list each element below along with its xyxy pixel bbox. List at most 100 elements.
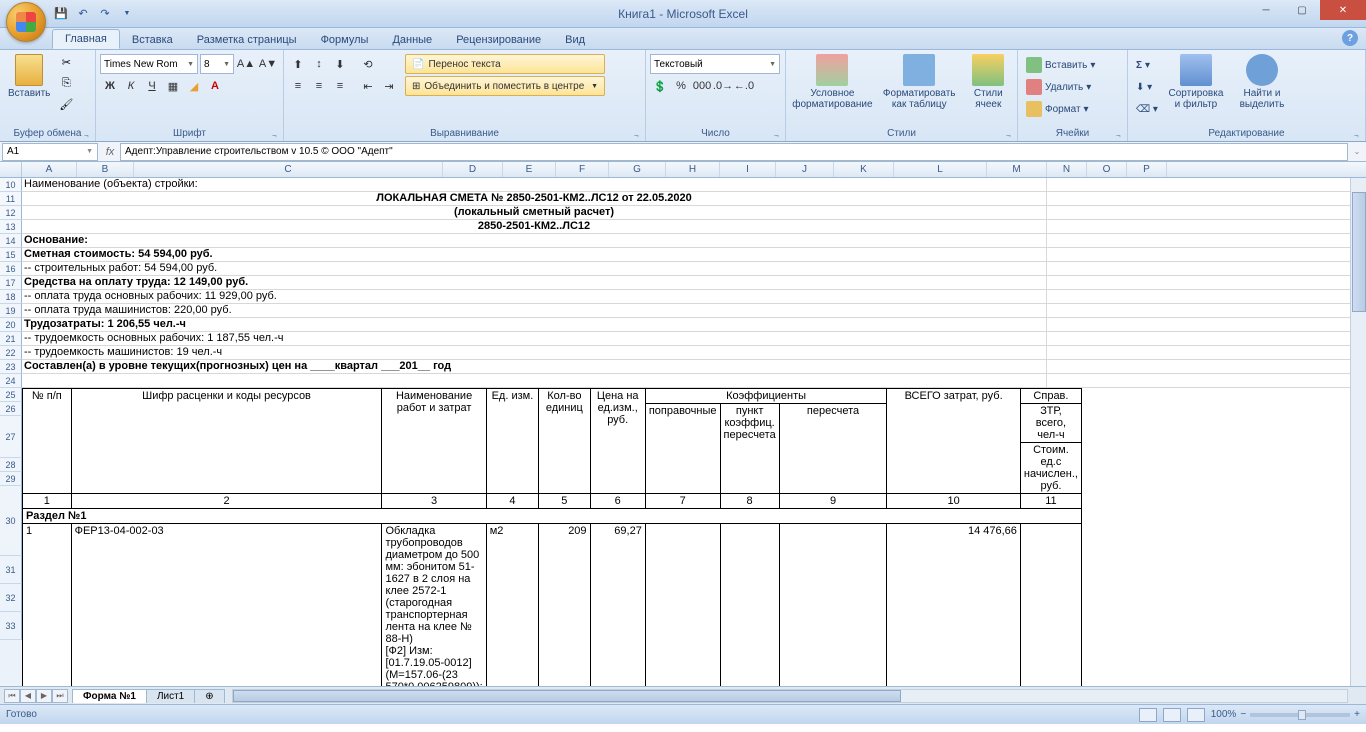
qat-redo-icon[interactable]: ↷	[96, 5, 114, 23]
align-left-icon[interactable]: ≡	[288, 76, 308, 96]
wrap-text-button[interactable]: 📄 Перенос текста	[405, 54, 605, 74]
row-header-24[interactable]: 24	[0, 374, 22, 388]
row-header-22[interactable]: 22	[0, 346, 22, 360]
tab-insert[interactable]: Вставка	[120, 31, 185, 49]
increase-decimal-icon[interactable]: .0→	[713, 76, 733, 96]
zoom-in-button[interactable]: +	[1354, 709, 1360, 720]
maximize-button[interactable]: ▢	[1284, 0, 1320, 20]
sheet-nav-first[interactable]: ⏮	[4, 689, 20, 703]
autosum-button[interactable]: Σ ▾	[1132, 54, 1162, 76]
row-header-21[interactable]: 21	[0, 332, 22, 346]
tab-review[interactable]: Рецензирование	[444, 31, 553, 49]
select-all-corner[interactable]	[0, 162, 22, 177]
comma-icon[interactable]: 000	[692, 76, 712, 96]
zoom-out-button[interactable]: −	[1240, 709, 1246, 720]
col-header-G[interactable]: G	[609, 162, 666, 177]
col-header-J[interactable]: J	[776, 162, 834, 177]
row-header-27[interactable]: 27	[0, 416, 22, 458]
bold-button[interactable]: Ж	[100, 76, 120, 96]
col-header-D[interactable]: D	[443, 162, 503, 177]
font-color-button[interactable]: A	[205, 76, 225, 96]
percent-icon[interactable]: %	[671, 76, 691, 96]
row-header-33[interactable]: 33	[0, 612, 22, 640]
office-button[interactable]	[6, 2, 46, 42]
formula-bar[interactable]: Адепт:Управление строительством v 10.5 ©…	[120, 143, 1348, 161]
view-pagebreak-icon[interactable]	[1187, 708, 1205, 722]
format-painter-icon[interactable]: 🖌	[56, 94, 76, 114]
row-header-16[interactable]: 16	[0, 262, 22, 276]
qat-undo-icon[interactable]: ↶	[74, 5, 92, 23]
sheet-tab-new[interactable]: ⊕	[194, 689, 224, 703]
orientation-icon[interactable]: ⟲	[358, 54, 378, 74]
format-cells-button[interactable]: Формат ▾	[1022, 98, 1099, 120]
align-middle-icon[interactable]: ↕	[309, 54, 329, 74]
row-header-19[interactable]: 19	[0, 304, 22, 318]
conditional-formatting-button[interactable]: Условное форматирование	[790, 52, 875, 112]
row-header-25[interactable]: 25	[0, 388, 22, 402]
sheet-nav-last[interactable]: ⏭	[52, 689, 68, 703]
col-header-M[interactable]: M	[987, 162, 1047, 177]
qat-customize-icon[interactable]: ▼	[118, 5, 136, 23]
decrease-decimal-icon[interactable]: ←.0	[734, 76, 754, 96]
row-header-11[interactable]: 11	[0, 192, 22, 206]
row-header-14[interactable]: 14	[0, 234, 22, 248]
zoom-slider[interactable]	[1250, 713, 1350, 717]
row-header-29[interactable]: 29	[0, 472, 22, 486]
merge-center-button[interactable]: ⊞ Объединить и поместить в центре▼	[405, 76, 605, 96]
row-header-10[interactable]: 10	[0, 178, 22, 192]
shrink-font-icon[interactable]: A▼	[258, 54, 278, 74]
tab-data[interactable]: Данные	[380, 31, 444, 49]
increase-indent-icon[interactable]: ⇥	[379, 76, 399, 96]
col-header-O[interactable]: O	[1087, 162, 1127, 177]
align-center-icon[interactable]: ≡	[309, 76, 329, 96]
tab-formulas[interactable]: Формулы	[309, 31, 381, 49]
col-header-C[interactable]: C	[134, 162, 443, 177]
copy-icon[interactable]: ⎘	[56, 73, 76, 93]
row-header-20[interactable]: 20	[0, 318, 22, 332]
view-layout-icon[interactable]	[1163, 708, 1181, 722]
border-button[interactable]: ▦	[163, 76, 183, 96]
help-icon[interactable]: ?	[1342, 30, 1358, 46]
fill-button[interactable]: ⬇ ▾	[1132, 76, 1162, 98]
row-header-26[interactable]: 26	[0, 402, 22, 416]
col-header-A[interactable]: A	[22, 162, 77, 177]
qat-save-icon[interactable]: 💾	[52, 5, 70, 23]
currency-icon[interactable]: 💲	[650, 76, 670, 96]
align-right-icon[interactable]: ≡	[330, 76, 350, 96]
format-as-table-button[interactable]: Форматировать как таблицу	[877, 52, 962, 112]
col-header-N[interactable]: N	[1047, 162, 1087, 177]
col-header-I[interactable]: I	[720, 162, 776, 177]
sheet-tab-0[interactable]: Форма №1	[72, 689, 147, 703]
fx-icon[interactable]: fx	[100, 146, 120, 158]
find-select-button[interactable]: Найти и выделить	[1230, 52, 1294, 112]
tab-view[interactable]: Вид	[553, 31, 597, 49]
row-header-18[interactable]: 18	[0, 290, 22, 304]
delete-cells-button[interactable]: Удалить ▾	[1022, 76, 1099, 98]
cut-icon[interactable]: ✂	[56, 52, 76, 72]
sheet-nav-prev[interactable]: ◀	[20, 689, 36, 703]
close-button[interactable]: ✕	[1320, 0, 1366, 20]
align-top-icon[interactable]: ⬆	[288, 54, 308, 74]
row-header-30[interactable]: 30	[0, 486, 22, 556]
row-header-15[interactable]: 15	[0, 248, 22, 262]
vertical-scrollbar[interactable]	[1350, 178, 1366, 686]
row-header-23[interactable]: 23	[0, 360, 22, 374]
col-header-E[interactable]: E	[503, 162, 556, 177]
row-header-13[interactable]: 13	[0, 220, 22, 234]
decrease-indent-icon[interactable]: ⇤	[358, 76, 378, 96]
row-header-28[interactable]: 28	[0, 458, 22, 472]
italic-button[interactable]: К	[121, 76, 141, 96]
clear-button[interactable]: ⌫ ▾	[1132, 98, 1162, 120]
row-header-32[interactable]: 32	[0, 584, 22, 612]
col-header-K[interactable]: K	[834, 162, 894, 177]
sort-filter-button[interactable]: Сортировка и фильтр	[1164, 52, 1228, 112]
cell-styles-button[interactable]: Стили ячеек	[964, 52, 1013, 112]
sheet-nav-next[interactable]: ▶	[36, 689, 52, 703]
col-header-F[interactable]: F	[556, 162, 609, 177]
name-box[interactable]: A1▼	[2, 143, 98, 161]
row-header-17[interactable]: 17	[0, 276, 22, 290]
align-bottom-icon[interactable]: ⬇	[330, 54, 350, 74]
tab-home[interactable]: Главная	[52, 29, 120, 49]
tab-page-layout[interactable]: Разметка страницы	[185, 31, 309, 49]
minimize-button[interactable]: ─	[1248, 0, 1284, 20]
